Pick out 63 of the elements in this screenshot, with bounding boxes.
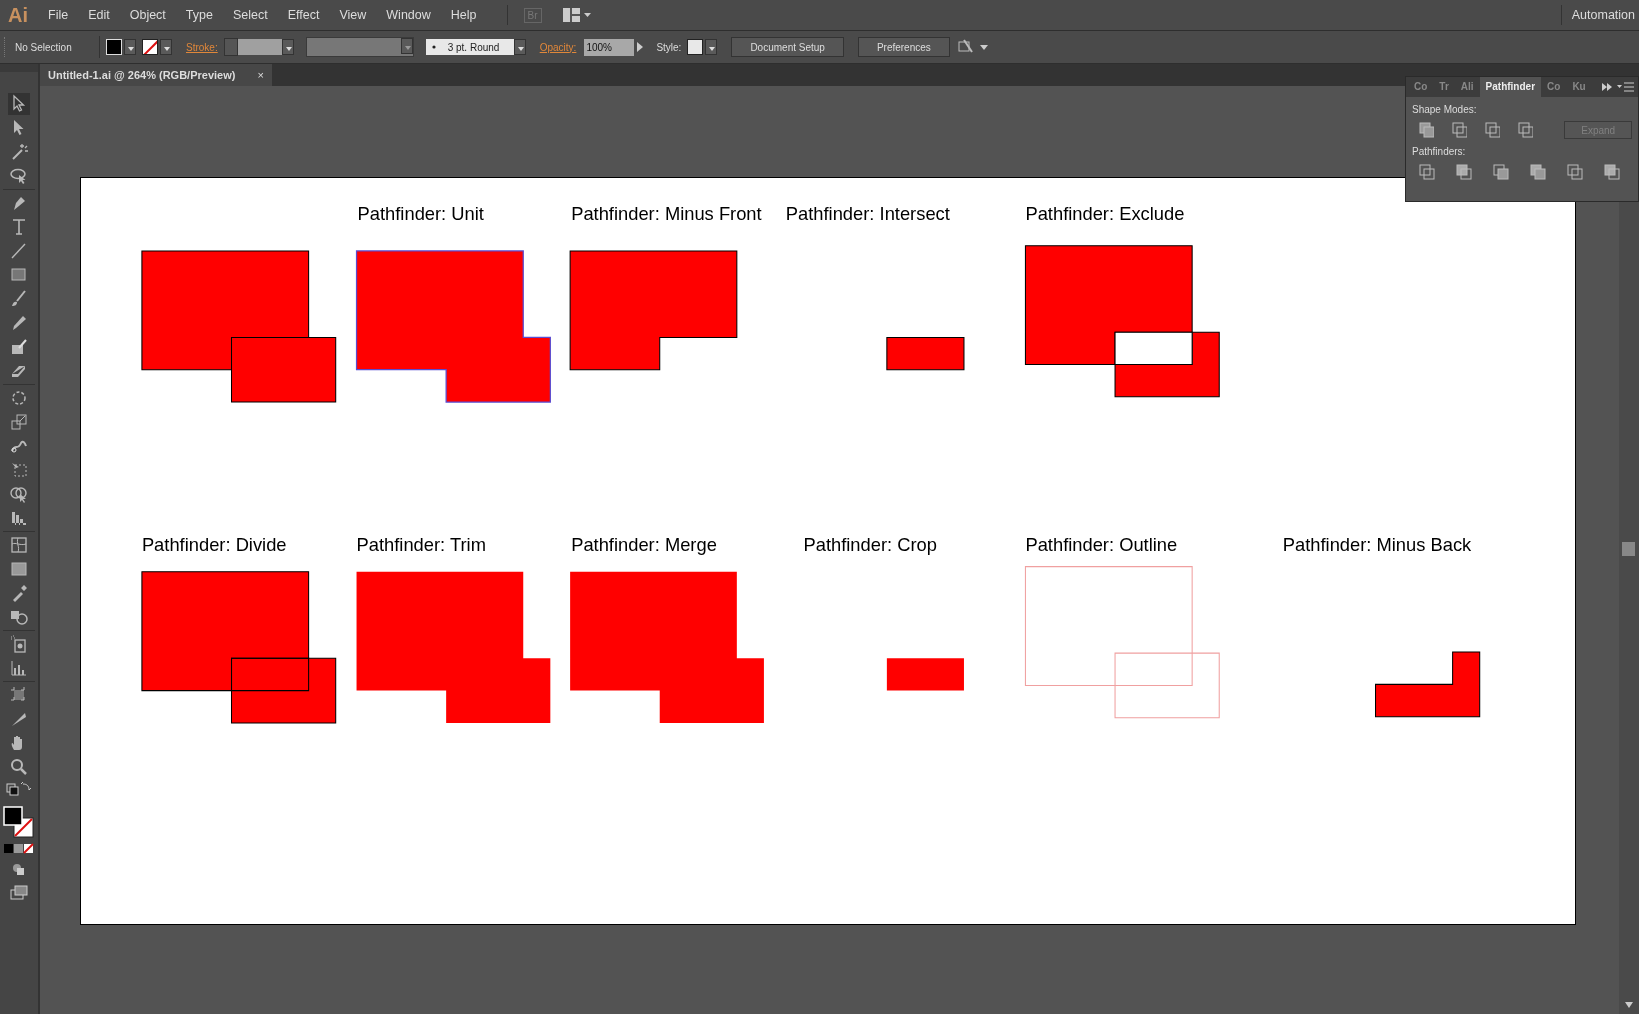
menu-item[interactable]: Help [450, 8, 477, 22]
exclude-icon[interactable] [1517, 121, 1534, 139]
app-logo: Ai [8, 3, 28, 27]
menu-item[interactable]: View [339, 8, 367, 22]
figure-label: Pathfinder: Minus Back [1282, 534, 1472, 555]
opacity-link[interactable]: Opacity: [539, 41, 577, 53]
fill-stroke-icon[interactable] [2, 805, 36, 839]
figure-label: Pathfinder: Outline [1025, 534, 1178, 555]
caret-icon [705, 39, 718, 55]
figure-label: Pathfinder: Minus Front [571, 202, 762, 224]
menu-item[interactable]: Edit [88, 8, 110, 22]
figure-label: Pathfinder: Unit [357, 202, 484, 224]
figure-label: Pathfinder: Divide [141, 534, 287, 555]
selection-status: No Selection [15, 41, 73, 53]
menu-icon[interactable] [1614, 81, 1636, 93]
stroke-weight-field[interactable] [223, 38, 294, 56]
outline-icon[interactable] [1566, 163, 1584, 181]
menu-item[interactable]: Effect [287, 8, 320, 22]
minus-back-icon[interactable] [1603, 163, 1621, 181]
selection-icon[interactable] [8, 93, 30, 115]
document-tab[interactable]: Untitled-1.ai @ 264% (RGB/Preview) × [40, 64, 272, 86]
menu-item[interactable]: Select [232, 8, 268, 22]
figure-label: Pathfinder: Intersect [785, 202, 950, 224]
merge-icon[interactable] [1492, 163, 1510, 181]
variable-width-dropdown[interactable] [305, 37, 414, 57]
caret-icon [160, 39, 172, 55]
section-label: Shape Modes: [1412, 104, 1478, 115]
trim-icon[interactable] [1455, 163, 1473, 181]
close-icon[interactable]: × [257, 69, 264, 81]
section-label: Pathfinders: [1412, 146, 1467, 157]
opacity-field[interactable]: 100% [584, 38, 635, 56]
caret-icon [400, 38, 413, 54]
brush-dot-icon [431, 45, 436, 49]
layout-icon[interactable] [561, 7, 592, 23]
scrollbar-thumb[interactable] [1622, 542, 1635, 556]
menu-item[interactable]: Type [185, 8, 213, 22]
scroll-down-icon[interactable] [1623, 1000, 1635, 1010]
menu-item[interactable]: Object [129, 8, 166, 22]
figure-label: Pathfinder: Trim [356, 534, 486, 555]
mesh-icon[interactable] [8, 534, 30, 556]
style-label: Style: [656, 41, 682, 53]
caret-icon [124, 39, 136, 55]
color-mode-icon[interactable] [2, 842, 36, 856]
divide-icon[interactable] [1418, 163, 1436, 181]
menu-item[interactable]: Window [386, 8, 431, 22]
minus-front-icon[interactable] [1451, 121, 1468, 139]
toolbar-button[interactable]: Document Setup [731, 37, 844, 57]
figure-label: Pathfinder: Merge [571, 534, 717, 555]
panel-tab[interactable]: Pathfinder [1479, 77, 1542, 97]
workspace-switcher[interactable]: Automation [1571, 8, 1635, 22]
figure-label: Pathfinder: Exclude [1025, 202, 1185, 224]
toolbar-button[interactable]: Preferences [857, 37, 950, 57]
style-swatch[interactable] [687, 39, 718, 55]
intersect-icon[interactable] [1484, 121, 1501, 139]
scale-icon[interactable] [8, 411, 30, 433]
menu-item[interactable]: File [48, 8, 69, 22]
stroke-swatch[interactable] [142, 39, 172, 55]
unite-icon[interactable] [1418, 121, 1435, 139]
fill-swatch[interactable] [106, 39, 136, 55]
figure-label: Pathfinder: Crop [803, 534, 937, 555]
crop-icon[interactable] [1529, 163, 1547, 181]
stroke-link[interactable]: Stroke: [186, 41, 218, 53]
collapse-icon[interactable] [1600, 81, 1614, 93]
